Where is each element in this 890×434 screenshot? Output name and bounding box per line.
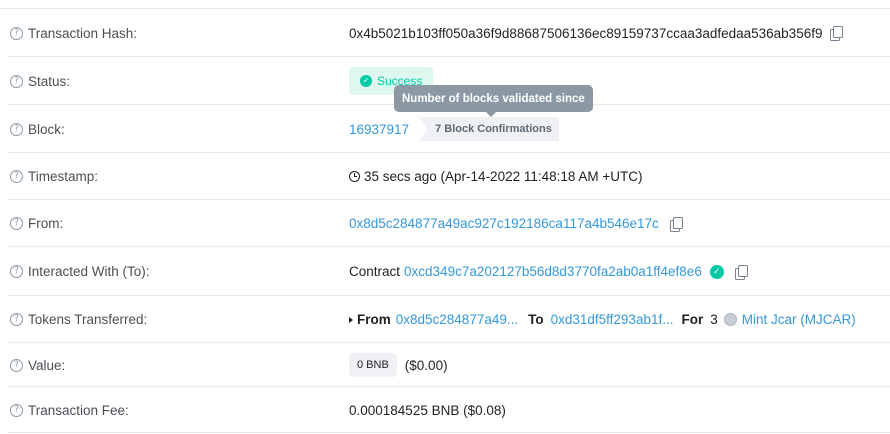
question-circle-icon[interactable]: ? [10, 403, 23, 417]
row-timestamp: ? Timestamp: 35 secs ago (Apr-14-2022 11… [0, 153, 890, 200]
copy-icon[interactable] [734, 264, 748, 280]
label-tokens-transferred: ? Tokens Transferred: [10, 312, 147, 327]
value-amount-badge: 0 BNB [349, 353, 397, 377]
timestamp-text: 35 secs ago (Apr-14-2022 11:48:18 AM +UT… [364, 169, 643, 184]
transaction-fee-text: 0.000184525 BNB ($0.08) [349, 402, 506, 418]
question-circle-icon[interactable]: ? [10, 313, 23, 326]
token-to-address-link[interactable]: 0xd31df5ff293ab1f... [551, 312, 674, 327]
value-tokens-transferred: From 0x8d5c284877a49... To 0xd31df5ff293… [349, 312, 856, 327]
block-number-link[interactable]: 16937917 [349, 122, 409, 137]
token-name-link[interactable]: Mint Jcar (MJCAR) [742, 312, 856, 327]
contract-address-link[interactable]: 0xcd349c7a202127b56d8d3770fa2ab0a1ff4ef8… [404, 264, 702, 279]
value-timestamp: 35 secs ago (Apr-14-2022 11:48:18 AM +UT… [349, 169, 643, 184]
block-confirmations-badge[interactable]: 7 Block Confirmations [419, 117, 559, 141]
value-block: 16937917 7 Block Confirmations [349, 117, 559, 141]
question-circle-icon[interactable]: ? [10, 122, 23, 136]
transaction-hash-text: 0x4b5021b103ff050a36f9d88687506136ec8915… [349, 25, 823, 41]
label-value: ? Value: [10, 358, 65, 373]
question-circle-icon[interactable]: ? [10, 170, 23, 183]
question-circle-icon[interactable]: ? [10, 26, 23, 40]
label-interacted-with: ? Interacted With (To): [10, 264, 150, 279]
label-text: From: [28, 216, 64, 231]
row-transaction-hash: ? Transaction Hash: 0x4b5021b103ff050a36… [0, 9, 890, 57]
value-value: 0 BNB ($0.00) [349, 353, 448, 377]
confirmations-tooltip: Number of blocks validated since [394, 85, 593, 117]
from-address-link[interactable]: 0x8d5c284877a49ac927c192186ca117a4b546e1… [349, 216, 659, 231]
token-to-label: To [528, 312, 544, 327]
row-interacted-with: ? Interacted With (To): Contract 0xcd349… [0, 247, 890, 296]
label-transaction-fee: ? Transaction Fee: [10, 403, 129, 418]
value-transaction-hash: 0x4b5021b103ff050a36f9d88687506136ec8915… [349, 25, 844, 41]
label-text: Transaction Fee: [28, 402, 129, 418]
contract-prefix: Contract [349, 264, 401, 279]
token-logo-icon [723, 313, 737, 326]
question-circle-icon[interactable]: ? [10, 217, 23, 230]
row-value: ? Value: 0 BNB ($0.00) [0, 343, 890, 387]
label-block: ? Block: [10, 122, 65, 137]
clock-icon [349, 171, 360, 182]
label-text: Interacted With (To): [28, 264, 150, 279]
question-circle-icon[interactable]: ? [10, 74, 23, 88]
label-text: Transaction Hash: [28, 25, 138, 41]
label-text: Value: [28, 357, 66, 373]
caret-right-icon[interactable] [349, 316, 353, 323]
row-from: ? From: 0x8d5c284877a49ac927c192186ca117… [0, 200, 890, 247]
token-from-address-link[interactable]: 0x8d5c284877a49... [396, 312, 518, 327]
value-transaction-fee: 0.000184525 BNB ($0.08) [349, 403, 506, 418]
label-text: Tokens Transferred: [28, 312, 148, 327]
verified-check-icon: ✓ [709, 264, 724, 279]
label-transaction-hash: ? Transaction Hash: [10, 26, 137, 41]
row-transaction-fee: ? Transaction Fee: 0.000184525 BNB ($0.0… [0, 387, 890, 433]
value-usd: ($0.00) [404, 357, 448, 373]
token-for-label: For [681, 312, 704, 327]
token-from-label: From [357, 312, 391, 327]
label-text: Status: [28, 73, 71, 89]
value-interacted-with: Contract 0xcd349c7a202127b56d8d3770fa2ab… [349, 264, 748, 280]
value-from: 0x8d5c284877a49ac927c192186ca117a4b546e1… [349, 216, 683, 232]
question-circle-icon[interactable]: ? [10, 358, 23, 372]
label-from: ? From: [10, 216, 63, 231]
copy-icon[interactable] [830, 26, 844, 41]
check-circle-icon: ✓ [360, 75, 372, 87]
row-tokens-transferred: ? Tokens Transferred: From 0x8d5c284877a… [0, 296, 890, 343]
question-circle-icon[interactable]: ? [10, 265, 23, 278]
token-amount: 3 [710, 312, 718, 327]
label-timestamp: ? Timestamp: [10, 169, 98, 184]
row-block: ? Block: 16937917 7 Block Confirmations [0, 105, 890, 153]
copy-icon[interactable] [669, 216, 683, 232]
label-status: ? Status: [10, 74, 70, 89]
label-text: Timestamp: [28, 169, 99, 184]
label-text: Block: [28, 121, 65, 137]
